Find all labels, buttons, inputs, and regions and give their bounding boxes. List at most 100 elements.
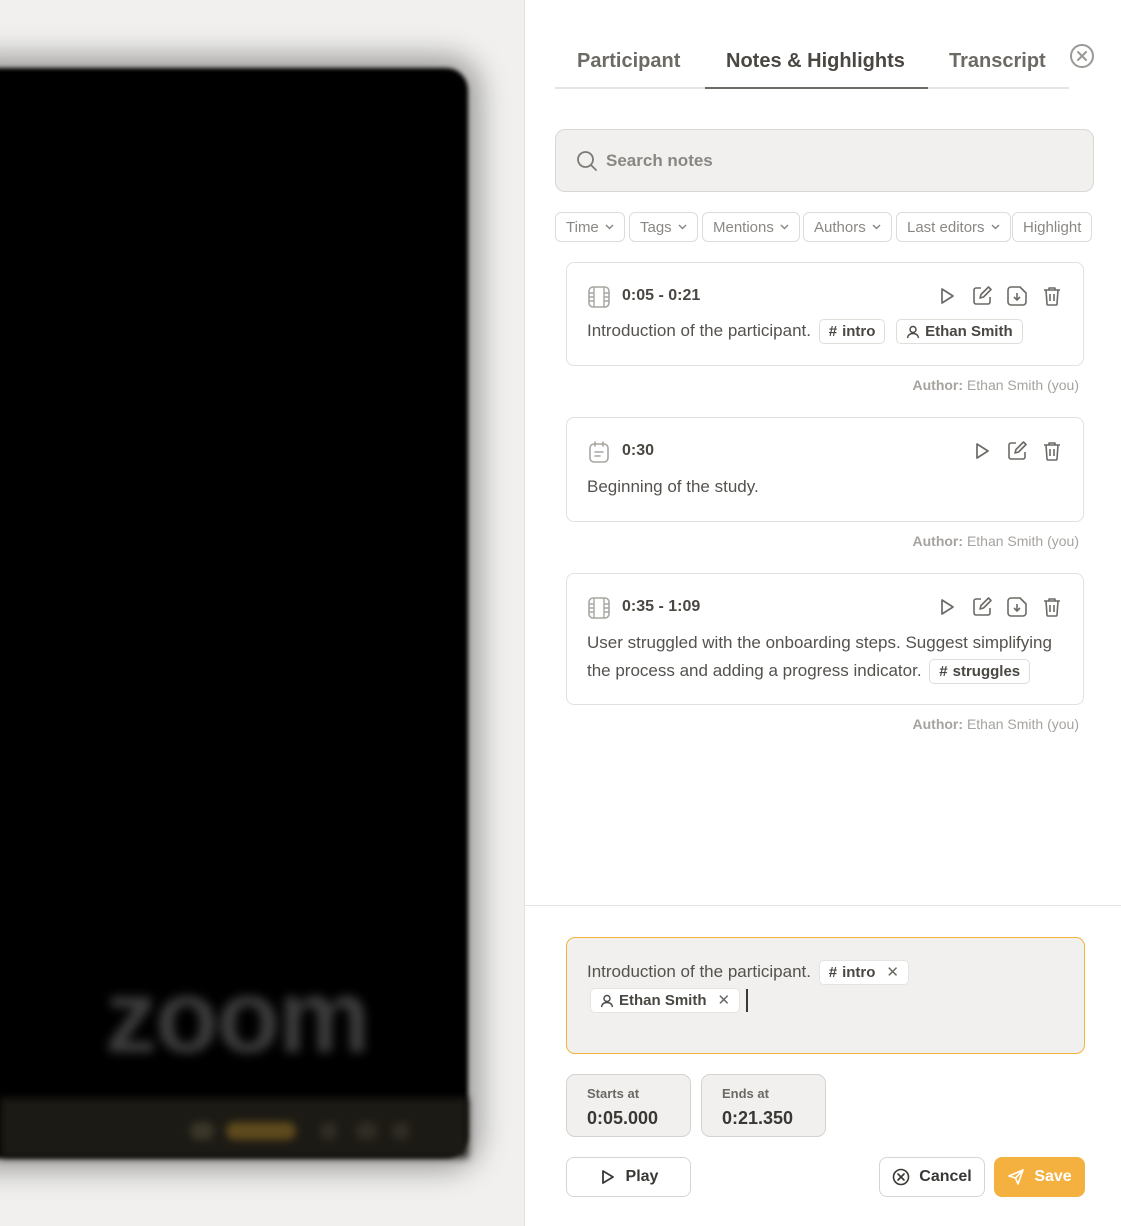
editor-content[interactable]: Introduction of the participant. # intro ✕…: [587, 958, 1064, 1014]
edit-icon[interactable]: [971, 285, 993, 307]
cancel-icon: [892, 1168, 910, 1186]
editor-divider: [525, 905, 1121, 906]
cancel-label: Cancel: [919, 1168, 972, 1185]
filter-label: Authors: [814, 218, 866, 236]
remove-mention-icon[interactable]: ✕: [718, 987, 731, 1015]
search-icon: [577, 151, 597, 171]
starts-at-label: Starts at: [587, 1086, 640, 1101]
author-name: Ethan Smith (you): [966, 533, 1079, 549]
note-actions: [936, 596, 1063, 618]
trash-icon[interactable]: [1041, 285, 1063, 307]
trash-icon[interactable]: [1041, 596, 1063, 618]
note-icon: [589, 441, 609, 463]
chevron-down-icon: [991, 224, 1000, 230]
mention-label: Ethan Smith: [925, 322, 1013, 340]
tab-notes-highlights[interactable]: Notes & Highlights: [726, 50, 905, 73]
filter-label: Mentions: [713, 218, 774, 236]
notes-panel: Participant Notes & Highlights Transcrip…: [524, 0, 1121, 1226]
tag-chip[interactable]: # intro ✕: [818, 959, 909, 987]
note-time: 0:35 - 1:09: [622, 598, 701, 615]
chevron-down-icon: [780, 224, 789, 230]
starts-at-value[interactable]: 0:05.000: [587, 1108, 658, 1129]
hash-icon: #: [939, 662, 948, 680]
mention-chip[interactable]: Ethan Smith ✕: [590, 987, 741, 1015]
note-card[interactable]: 0:35 - 1:09 User struggled with the onbo…: [566, 573, 1084, 705]
filter-label: Last editors: [907, 218, 985, 236]
note-author: Author: Ethan Smith (you): [913, 377, 1080, 393]
edit-icon[interactable]: [971, 596, 993, 618]
starts-at-field[interactable]: Starts at 0:05.000: [566, 1074, 691, 1137]
save-label: Save: [1034, 1168, 1072, 1185]
user-icon: [600, 994, 614, 1007]
ends-at-value[interactable]: 0:21.350: [722, 1108, 793, 1129]
cancel-button[interactable]: Cancel: [879, 1157, 985, 1197]
filter-last-editors[interactable]: Last editors: [896, 212, 1011, 242]
ends-at-field[interactable]: Ends at 0:21.350: [701, 1074, 826, 1137]
play-button[interactable]: Play: [566, 1157, 691, 1197]
play-icon[interactable]: [936, 285, 958, 307]
author-label: Author:: [912, 377, 964, 393]
note-actions: [936, 285, 1063, 307]
film-icon: [588, 597, 610, 619]
save-button[interactable]: Save: [994, 1157, 1085, 1197]
trash-icon[interactable]: [1041, 440, 1063, 462]
remove-tag-icon[interactable]: ✕: [886, 959, 899, 987]
note-time: 0:05 - 0:21: [622, 287, 701, 304]
note-author: Author: Ethan Smith (you): [913, 716, 1080, 732]
filter-highlight[interactable]: Highlight: [1012, 212, 1093, 242]
user-icon: [906, 325, 920, 338]
panel-tabs: Participant Notes & Highlights Transcrip…: [555, 40, 1069, 89]
filter-label: Tags: [640, 218, 672, 236]
filter-label: Time: [566, 218, 599, 236]
play-icon[interactable]: [971, 440, 993, 462]
play-label: Play: [625, 1168, 659, 1185]
tag-chip[interactable]: # struggles: [929, 659, 1031, 685]
play-icon: [601, 1170, 614, 1184]
send-icon: [1008, 1169, 1025, 1185]
edit-icon[interactable]: [1006, 440, 1028, 462]
note-time: 0:30: [622, 442, 655, 459]
note-author: Author: Ethan Smith (you): [913, 533, 1080, 549]
mention-label: Ethan Smith: [619, 991, 707, 1009]
hash-icon: #: [828, 322, 838, 340]
save-clip-icon[interactable]: [1006, 596, 1028, 618]
text-caret: [746, 989, 749, 1013]
note-card[interactable]: 0:30 Beginning of the study.: [566, 417, 1084, 522]
tag-label: intro: [842, 322, 876, 340]
save-clip-icon[interactable]: [1006, 285, 1028, 307]
hash-icon: #: [828, 963, 838, 981]
video-logo: zoom: [105, 959, 371, 1075]
note-body: Beginning of the study.: [587, 473, 1063, 501]
author-name: Ethan Smith (you): [966, 377, 1079, 393]
chevron-down-icon: [605, 224, 614, 230]
filter-label: Highlight: [1023, 218, 1082, 236]
close-icon: [1077, 51, 1087, 61]
chevron-down-icon: [872, 224, 881, 230]
close-panel-button[interactable]: [1070, 44, 1094, 68]
mention-chip[interactable]: Ethan Smith: [896, 319, 1023, 345]
note-actions: [971, 440, 1063, 462]
ends-at-label: Ends at: [722, 1086, 769, 1101]
play-icon[interactable]: [936, 596, 958, 618]
chevron-down-icon: [678, 224, 687, 230]
filter-authors[interactable]: Authors: [803, 212, 892, 242]
video-area: zoom: [0, 0, 525, 1226]
tag-label: intro: [842, 963, 876, 981]
author-name: Ethan Smith (you): [966, 716, 1079, 732]
search-input[interactable]: [606, 144, 1076, 178]
filter-time[interactable]: Time: [555, 212, 625, 242]
filter-mentions[interactable]: Mentions: [702, 212, 800, 242]
film-icon: [588, 286, 610, 308]
note-text: Introduction of the participant.: [587, 321, 811, 340]
note-body: User struggled with the onboarding steps…: [587, 629, 1063, 685]
tag-label: struggles: [952, 662, 1021, 680]
tab-transcript[interactable]: Transcript: [949, 50, 1046, 73]
note-body: Introduction of the participant. # intro …: [587, 317, 1063, 345]
tag-chip[interactable]: # intro: [818, 319, 886, 345]
editor-text: Introduction of the participant.: [587, 962, 811, 981]
note-card[interactable]: 0:05 - 0:21 Introduction of the particip…: [566, 262, 1084, 366]
filter-tags[interactable]: Tags: [629, 212, 698, 242]
tab-participant[interactable]: Participant: [577, 50, 680, 73]
search-notes-field[interactable]: [555, 129, 1094, 192]
note-editor[interactable]: Introduction of the participant. # intro ✕…: [566, 937, 1085, 1054]
